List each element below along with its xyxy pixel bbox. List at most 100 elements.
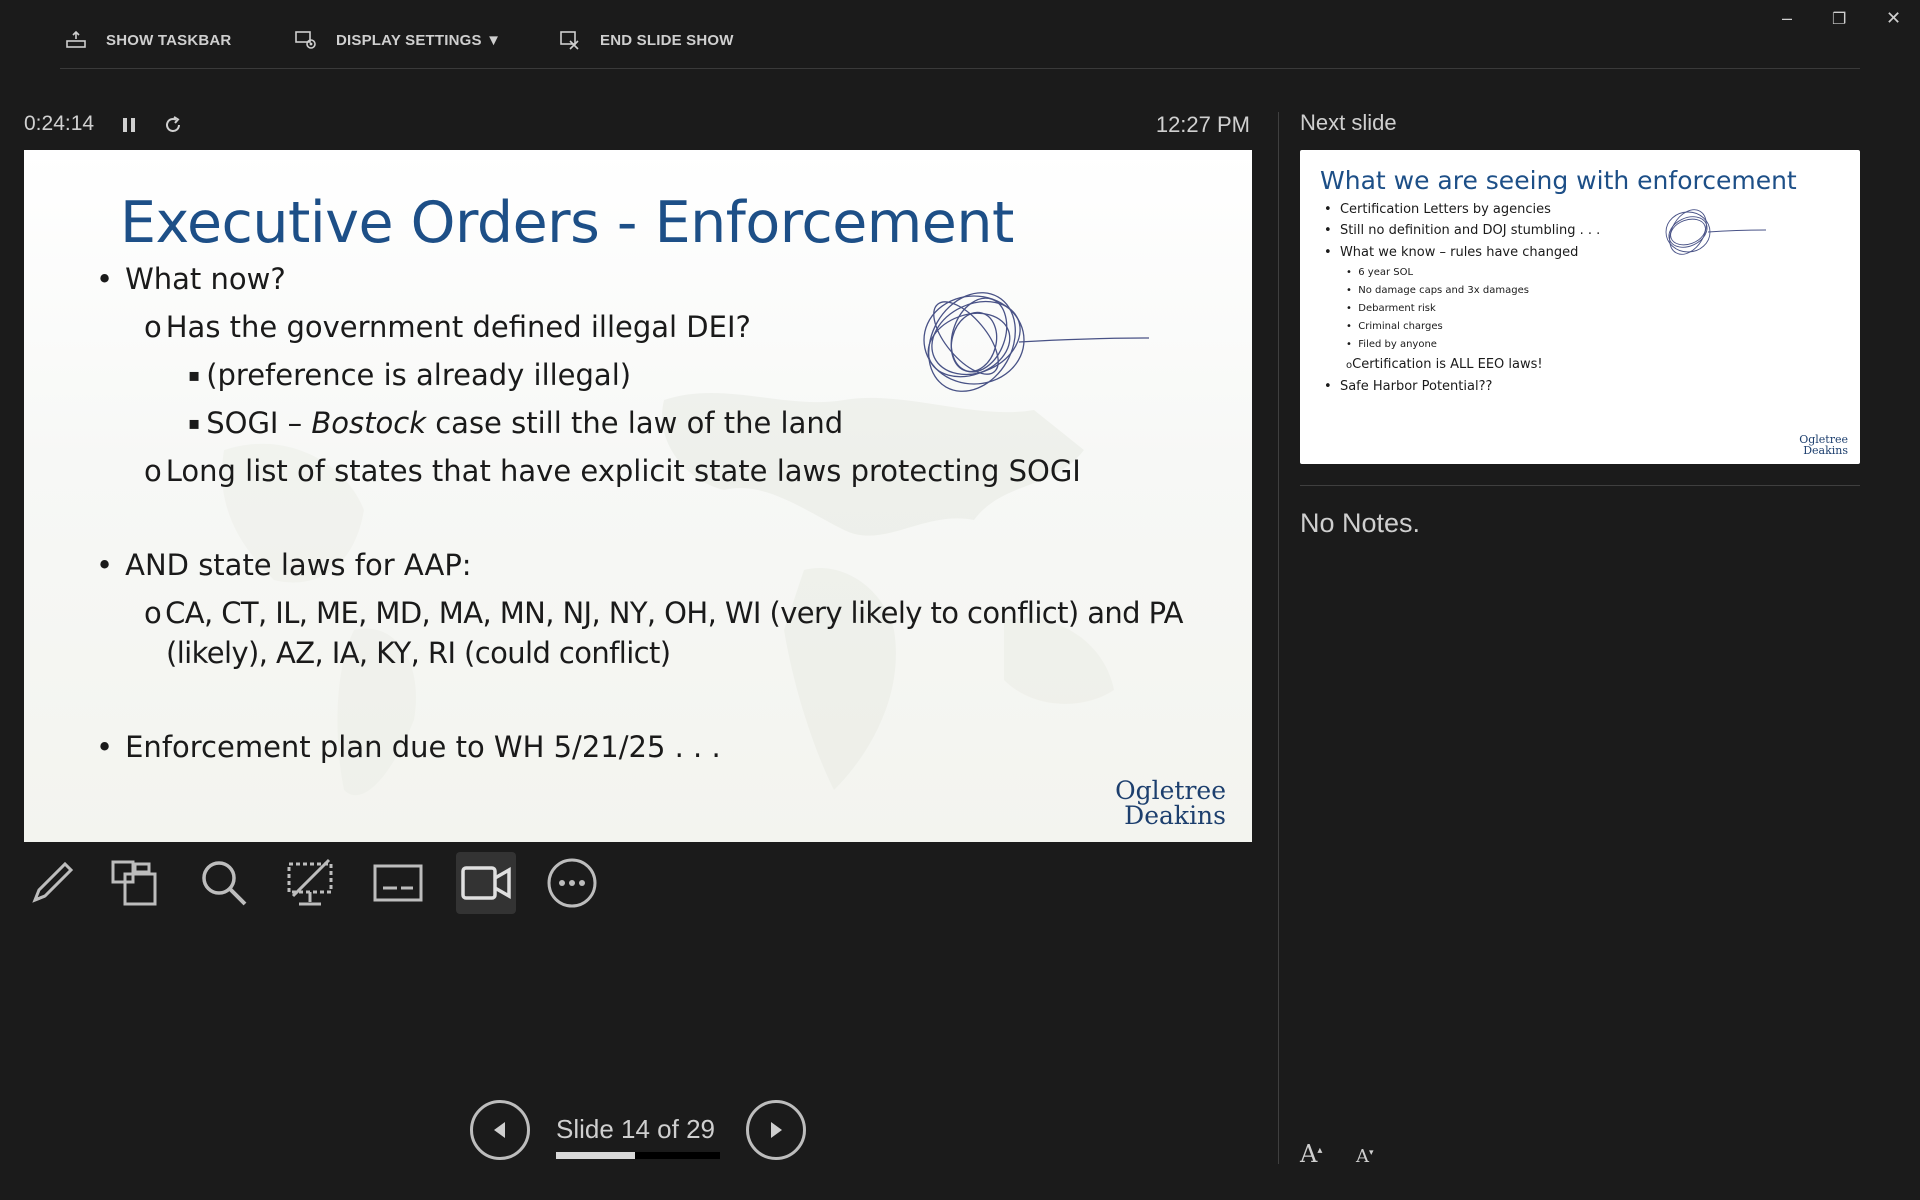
close-button[interactable]: ✕	[1886, 8, 1901, 29]
display-settings-label: DISPLAY SETTINGS ▼	[336, 31, 502, 49]
bullet-text: Long list of states that have explicit s…	[165, 454, 1081, 488]
decrease-font-button[interactable]: A▾	[1356, 1146, 1374, 1167]
bullet-marker: •	[96, 730, 114, 764]
display-settings-icon	[295, 31, 316, 49]
elapsed-timer: 0:24:14	[24, 112, 95, 135]
next-slide-button[interactable]	[746, 1100, 806, 1160]
next-slide-title: What we are seeing with enforcement	[1320, 166, 1797, 195]
bullet-text: Has the government defined illegal DEI?	[165, 310, 751, 344]
next-slide-item-text: Still no definition and DOJ stumbling . …	[1339, 223, 1601, 238]
display-settings-button[interactable]: DISPLAY SETTINGS ▼	[294, 26, 501, 54]
pane-divider[interactable]	[1278, 112, 1279, 1164]
next-slide-item: • 6 year SOL	[1346, 267, 1414, 278]
next-slide-preview[interactable]: What we are seeing with enforcement • Ce…	[1300, 150, 1860, 464]
slide-counter: Slide 14 of 29	[556, 1114, 716, 1144]
next-slide-item: • Safe Harbor Potential??	[1324, 379, 1493, 394]
black-screen-icon	[287, 858, 333, 906]
camera-toggle-button[interactable]	[456, 852, 516, 914]
next-slide-item: • Certification Letters by agencies	[1324, 202, 1551, 217]
next-slide-item: • Criminal charges	[1346, 321, 1443, 332]
next-slide-item: • Still no definition and DOJ stumbling …	[1324, 223, 1601, 238]
bullet-state-codes: o CA, CT, IL, ME, MD, MA, MN, NJ, NY, OH,…	[144, 596, 1183, 630]
bullet-marker: o	[144, 310, 162, 344]
decrease-font-label: A	[1356, 1146, 1369, 1167]
next-slide-item-text: Criminal charges	[1358, 321, 1443, 332]
next-slide-item-text: What we know – rules have changed	[1339, 245, 1579, 260]
more-options-icon	[547, 858, 597, 908]
bullet-what-now: • What now?	[96, 262, 286, 296]
bullet-marker: •	[96, 262, 114, 296]
current-time: 12:27 PM	[1155, 112, 1250, 137]
slide-title: Executive Orders - Enforcement	[120, 190, 1014, 256]
bullet-aap-laws: • AND state laws for AAP:	[96, 548, 472, 582]
bullet-state-codes-continued: (likely), AZ, IA, KY, RI (could conflict…	[166, 636, 671, 670]
toolbar-divider	[60, 68, 1860, 69]
camera-icon	[461, 866, 511, 900]
more-options-button[interactable]	[542, 852, 602, 914]
taskbar-icon	[66, 30, 86, 48]
subtitles-button[interactable]	[368, 852, 428, 914]
zoom-icon	[202, 861, 247, 906]
next-slide-item-text: No damage caps and 3x damages	[1358, 285, 1529, 296]
zoom-button[interactable]	[194, 852, 254, 914]
minimize-button[interactable]: –	[1782, 8, 1792, 29]
subtitles-icon	[373, 864, 423, 902]
chevron-right-icon	[771, 1122, 782, 1138]
black-screen-button[interactable]	[280, 852, 340, 914]
bullet-text: AND state laws for AAP:	[125, 548, 472, 582]
next-slide-item-text: Filed by anyone	[1358, 339, 1437, 350]
see-all-slides-button[interactable]	[106, 852, 166, 914]
next-slide-item-text: Debarment risk	[1358, 303, 1436, 314]
tangled-scribble-image	[1665, 209, 1767, 255]
pen-tool-button[interactable]	[22, 852, 82, 914]
bullet-text: (preference is already illegal)	[206, 358, 632, 392]
bullet-marker: ▪	[188, 413, 201, 434]
bullet-enforcement-plan: • Enforcement plan due to WH 5/21/25 . . …	[96, 730, 721, 764]
end-show-icon	[560, 31, 579, 50]
bullet-marker: •	[96, 548, 114, 582]
end-slide-show-label: END SLIDE SHOW	[600, 31, 734, 49]
increase-font-label: A	[1300, 1140, 1318, 1168]
next-slide-item-text: 6 year SOL	[1358, 267, 1414, 278]
next-slide-item: • What we know – rules have changed	[1324, 245, 1579, 260]
logo-line: Ogletree	[1115, 776, 1226, 805]
next-slide-item: oCertification is ALL EEO laws!	[1346, 357, 1543, 372]
bullet-marker: o	[144, 596, 162, 630]
next-slide-item: • No damage caps and 3x damages	[1346, 285, 1529, 296]
tangled-scribble-image	[923, 292, 1150, 392]
next-slide-item-text: Safe Harbor Potential??	[1339, 379, 1493, 394]
show-taskbar-button[interactable]: SHOW TASKBAR	[64, 26, 231, 54]
bullet-state-list: o Long list of states that have explicit …	[144, 454, 1081, 488]
bullet-text: Enforcement plan due to WH 5/21/25 . . .	[125, 730, 721, 764]
restore-button[interactable]: ❐	[1832, 9, 1846, 29]
bullet-preference: ▪ (preference is already illegal)	[188, 358, 631, 392]
notes-divider	[1300, 485, 1860, 486]
case-name: Bostock	[311, 406, 427, 440]
end-slide-show-button[interactable]: END SLIDE SHOW	[558, 26, 734, 54]
company-logo: Ogletree Deakins	[1799, 434, 1848, 456]
logo-line: Deakins	[1124, 801, 1226, 830]
see-all-slides-icon	[111, 860, 157, 906]
previous-slide-button[interactable]	[470, 1100, 530, 1160]
next-slide-item: • Filed by anyone	[1346, 339, 1437, 350]
logo-line: Deakins	[1803, 444, 1848, 457]
bullet-marker: ▪	[188, 365, 201, 386]
slide-progress-fill	[556, 1152, 635, 1159]
next-slide-item-text: Certification is ALL EEO laws!	[1352, 357, 1543, 372]
bullet-defined-dei: o Has the government defined illegal DEI?	[144, 310, 751, 344]
next-slide-item: • Debarment risk	[1346, 303, 1436, 314]
current-slide[interactable]: Executive Orders - Enforcement • What now…	[24, 150, 1252, 842]
bullet-text: CA, CT, IL, ME, MD, MA, MN, NJ, NY, OH, …	[165, 596, 1183, 630]
bullet-text: case still the law of the land	[426, 406, 844, 440]
bullet-marker: o	[144, 454, 162, 488]
bullet-text: What now?	[125, 262, 286, 296]
increase-font-button[interactable]: A▴	[1300, 1140, 1322, 1168]
pen-icon	[32, 861, 74, 903]
speaker-notes: No Notes.	[1300, 508, 1421, 538]
restart-timer-icon[interactable]	[162, 114, 184, 136]
chevron-left-icon	[494, 1122, 505, 1138]
bullet-text: SOGI –	[206, 406, 312, 440]
bullet-sogi-bostock: ▪ SOGI – Bostock case still the law of th…	[188, 406, 843, 440]
next-slide-label: Next slide	[1300, 110, 1397, 135]
pause-icon[interactable]	[120, 115, 138, 135]
